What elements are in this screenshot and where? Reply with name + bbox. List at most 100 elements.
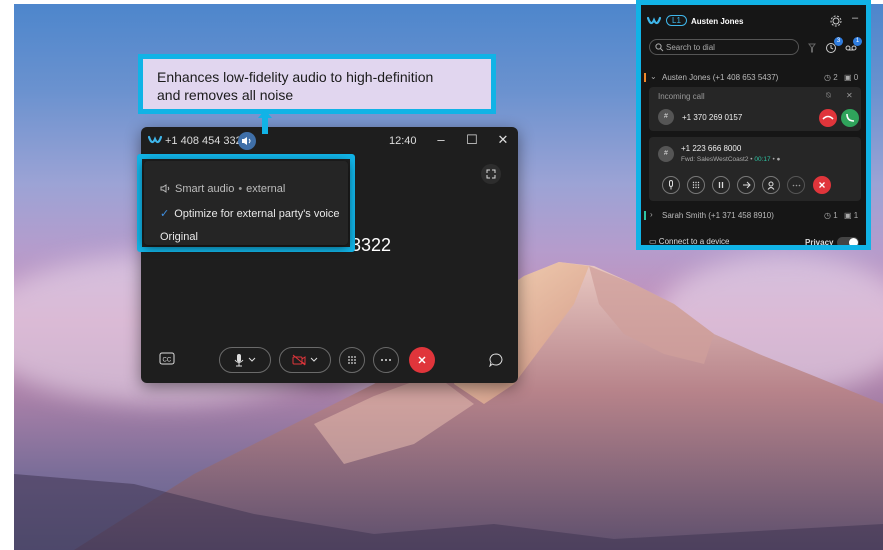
callout-arrow-icon <box>258 110 272 118</box>
keypad-button[interactable] <box>687 176 705 194</box>
line-2-vm-value: 1 <box>853 211 859 220</box>
incoming-call-card: Incoming call ⍉ ✕ # +1 370 269 0157 <box>649 87 861 131</box>
info-icon: ● <box>776 156 781 163</box>
dialer-panel: L1 Austen Jones – Search to dial 3 1 ⌄ A… <box>636 0 871 250</box>
mute-button[interactable] <box>662 176 680 194</box>
device-icon: ▭ <box>649 237 657 246</box>
active-call-detail: Fwd: SalesWestCoast2 • 00:17 • ● <box>681 156 780 163</box>
option-label: Optimize for external party's voice <box>174 208 340 220</box>
minimize-button[interactable]: – <box>852 12 858 24</box>
mute-button[interactable] <box>219 347 271 373</box>
user-name: Austen Jones <box>691 17 744 26</box>
smart-audio-label: Smart audio <box>175 183 235 195</box>
end-call-icon <box>418 356 426 364</box>
chat-icon[interactable] <box>489 353 503 367</box>
menu-option-optimize-external[interactable]: ✓ Optimize for external party's voice <box>160 207 340 220</box>
separator-dot: • <box>772 156 775 163</box>
dismiss-icon[interactable]: ✕ <box>846 91 853 100</box>
active-call-card: # +1 223 666 8000 Fwd: SalesWestCoast2 •… <box>649 137 861 201</box>
end-call-button[interactable] <box>409 347 435 373</box>
caller-avatar: # <box>658 146 674 162</box>
call-clock: 12:40 <box>389 135 417 147</box>
callout-line-1: Enhances low-fidelity audio to high-defi… <box>157 69 434 85</box>
active-number: +1 223 666 8000 <box>681 144 742 153</box>
mute-ringer-icon[interactable]: ⍉ <box>826 91 831 101</box>
end-call-icon <box>819 182 825 188</box>
transfer-arrow-icon <box>742 181 751 189</box>
maximize-button[interactable]: ☐ <box>464 132 480 148</box>
option-label: Original <box>160 231 198 243</box>
closed-captions-icon[interactable]: CC <box>159 352 175 366</box>
line-2-voicemail-count: ▣ 1 <box>844 211 859 220</box>
call-window-titlebar: +1 408 454 3322 12:40 – ☐ ✕ <box>141 127 518 155</box>
smart-audio-mode: external <box>246 183 286 195</box>
line-2-color-bar <box>644 211 646 220</box>
privacy-label: Privacy <box>805 238 834 247</box>
keypad-icon <box>692 181 700 189</box>
more-icon <box>381 359 391 361</box>
line-2-label: Sarah Smith (+1 371 458 8910) <box>662 211 774 220</box>
smart-audio-menu: Smart audio • external ✓ Optimize for exter… <box>137 154 355 252</box>
hold-button[interactable] <box>712 176 730 194</box>
minimize-button[interactable]: – <box>433 132 449 148</box>
search-input[interactable]: Search to dial <box>649 39 799 55</box>
fullscreen-button[interactable] <box>481 164 501 184</box>
filter-icon[interactable] <box>808 43 816 53</box>
speaker-icon <box>242 137 251 145</box>
menu-option-original[interactable]: Original <box>160 231 198 243</box>
caller-avatar: # <box>658 109 674 125</box>
transfer-button[interactable] <box>737 176 755 194</box>
decline-call-button[interactable] <box>819 109 837 127</box>
call-display-number: 3322 <box>351 235 392 255</box>
connect-device-label: Connect to a device <box>658 237 730 246</box>
checkmark-icon: ✓ <box>160 208 170 220</box>
forwarded-label: Fwd: SalesWestCoast2 <box>681 156 749 163</box>
smart-audio-header: Smart audio • external <box>160 183 285 195</box>
microphone-icon <box>234 354 244 367</box>
line-1-calls-count: ◷ 2 <box>824 73 838 82</box>
video-off-icon <box>292 354 306 366</box>
line-1-label: Austen Jones (+1 408 653 5437) <box>662 73 779 82</box>
add-participant-button[interactable] <box>762 176 780 194</box>
line-1-vm-value: 0 <box>853 73 859 82</box>
line-2-calls-value: 1 <box>833 211 838 220</box>
close-window-button[interactable]: ✕ <box>495 132 511 148</box>
search-placeholder: Search to dial <box>666 43 715 52</box>
line-badge: L1 <box>666 15 687 26</box>
settings-icon[interactable] <box>830 15 842 27</box>
expand-icon <box>486 169 496 179</box>
svg-text:CC: CC <box>163 358 172 364</box>
smart-audio-button[interactable] <box>238 132 256 150</box>
decline-phone-icon <box>822 115 834 120</box>
line-2-row[interactable]: › Sarah Smith (+1 371 458 8910) ◷ 1 ▣ 1 <box>644 210 863 222</box>
callout-line-2: and removes all noise <box>157 87 294 103</box>
line-2-calls-count: ◷ 1 <box>824 211 838 220</box>
call-number: +1 408 454 3322 <box>165 135 248 147</box>
person-icon <box>767 181 775 190</box>
video-button[interactable] <box>279 347 331 373</box>
separator-dot: • <box>238 183 243 195</box>
search-icon <box>655 43 664 52</box>
speaker-icon <box>160 184 170 193</box>
answer-call-button[interactable] <box>841 109 859 127</box>
connect-device-button[interactable]: ▭ Connect to a device <box>649 237 730 246</box>
keypad-button[interactable] <box>339 347 365 373</box>
chevron-right-icon: › <box>650 210 653 219</box>
privacy-toggle[interactable] <box>837 237 859 245</box>
pause-icon <box>718 182 724 188</box>
separator-dot: • <box>750 156 753 163</box>
line-1-row[interactable]: ⌄ Austen Jones (+1 408 653 5437) ◷ 2 ▣ 0 <box>644 72 863 84</box>
microphone-icon <box>669 180 673 190</box>
incoming-call-label: Incoming call <box>658 92 705 101</box>
line-1-voicemail-count: ▣ 0 <box>844 73 859 82</box>
end-call-button[interactable] <box>813 176 831 194</box>
line-1-color-bar <box>644 73 646 82</box>
toggle-knob <box>849 238 858 245</box>
feature-callout: Enhances low-fidelity audio to high-defi… <box>138 54 496 114</box>
voicemail-count-badge: 1 <box>853 37 862 46</box>
more-button[interactable] <box>787 176 805 194</box>
history-count-badge: 3 <box>834 37 843 46</box>
call-timer: 00:17 <box>754 156 771 163</box>
chevron-down-icon: ⌄ <box>650 72 657 81</box>
more-button[interactable] <box>373 347 399 373</box>
